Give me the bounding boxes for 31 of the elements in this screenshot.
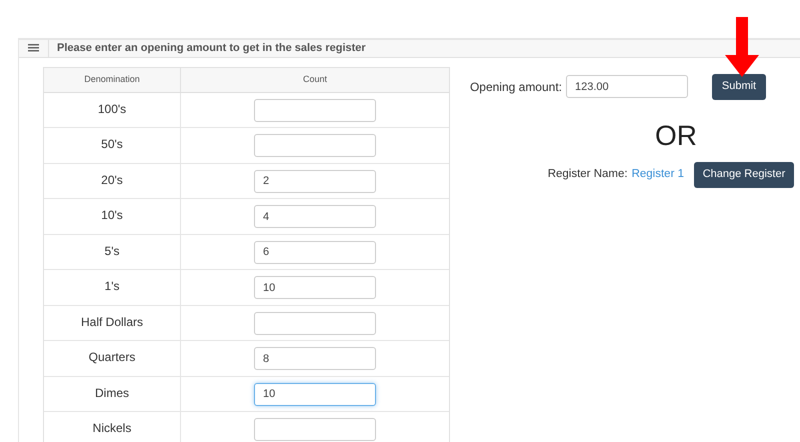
denomination-label: 5's bbox=[104, 242, 120, 256]
menu-icon[interactable] bbox=[28, 44, 39, 52]
count-field[interactable] bbox=[254, 418, 376, 441]
opening-amount-field[interactable]: 123.00 bbox=[566, 75, 688, 98]
register-name-label: Register Name: bbox=[548, 166, 628, 182]
page-title: Please enter an opening amount to get in the sales register bbox=[57, 41, 366, 56]
or-separator: OR bbox=[655, 120, 697, 152]
count-field[interactable]: 2 bbox=[254, 170, 376, 192]
denomination-label: Dimes bbox=[94, 384, 129, 398]
count-field[interactable] bbox=[254, 134, 376, 157]
denomination-label: 50's bbox=[101, 136, 123, 150]
count-field[interactable]: 10 bbox=[254, 382, 376, 406]
count-field[interactable]: 6 bbox=[254, 240, 376, 264]
denomination-label: Half Dollars bbox=[80, 314, 143, 328]
denomination-label: 100's bbox=[98, 100, 126, 114]
change-register-button[interactable]: Change Register bbox=[694, 162, 794, 188]
count-field[interactable]: 10 bbox=[254, 276, 376, 299]
denomination-label: 10's bbox=[101, 207, 123, 221]
denomination-label: Nickels bbox=[92, 420, 132, 434]
opening-amount-label: Opening amount: bbox=[470, 78, 562, 96]
denomination-label: 1's bbox=[104, 278, 120, 292]
column-header: Count bbox=[302, 72, 328, 86]
submit-button[interactable]: Submit bbox=[712, 74, 766, 100]
denomination-label: Quarters bbox=[88, 349, 136, 363]
denomination-label: 20's bbox=[101, 172, 123, 186]
column-header: Denomination bbox=[44, 68, 181, 92]
count-field[interactable]: 4 bbox=[254, 205, 376, 228]
count-field[interactable]: 8 bbox=[254, 347, 376, 370]
pointer-arrow bbox=[725, 17, 759, 77]
count-field[interactable] bbox=[254, 312, 376, 334]
count-field[interactable] bbox=[254, 98, 376, 122]
